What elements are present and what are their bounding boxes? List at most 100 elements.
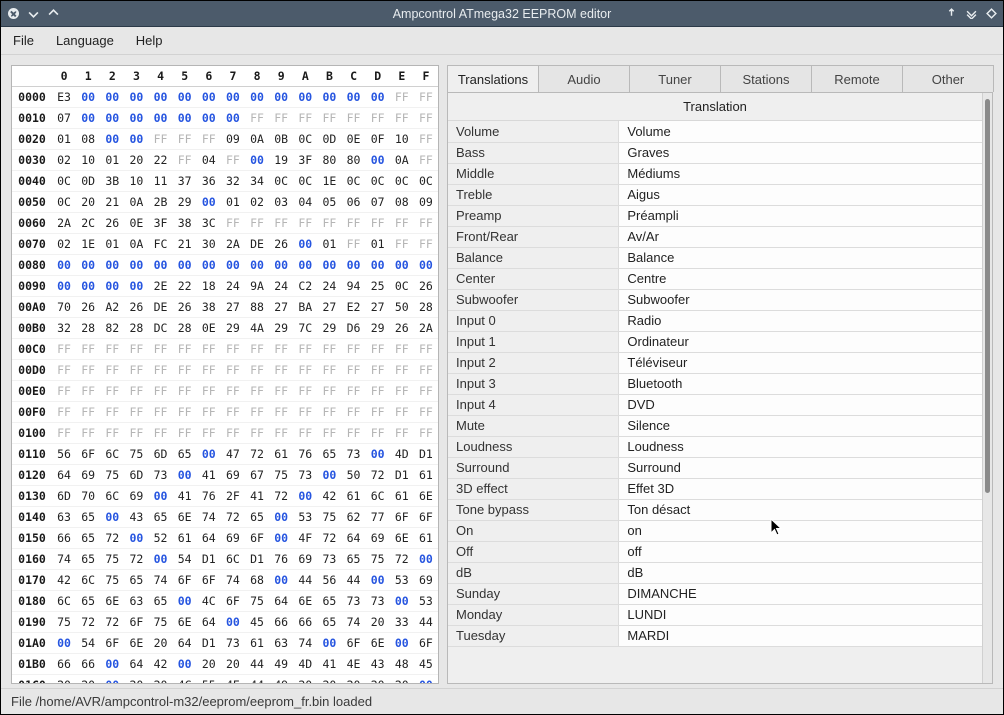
translation-row[interactable]: TrebleAigus (448, 184, 982, 205)
hex-byte[interactable]: 20 (124, 150, 148, 171)
hex-byte[interactable]: 00 (76, 87, 100, 108)
hex-byte[interactable]: 00 (245, 87, 269, 108)
hex-byte[interactable]: 29 (317, 318, 341, 339)
hex-byte[interactable]: 6F (76, 444, 100, 465)
hex-row[interactable]: 008000000000000000000000000000000000 (12, 255, 438, 276)
hex-byte[interactable]: 00 (390, 591, 414, 612)
hex-byte[interactable]: 64 (173, 633, 197, 654)
hex-byte[interactable]: 00 (293, 87, 317, 108)
hex-byte[interactable]: 20 (149, 633, 173, 654)
hex-row[interactable]: 014063650043656E74726500537562776F6F (12, 507, 438, 528)
hex-byte[interactable]: 00 (173, 465, 197, 486)
hex-byte[interactable]: 3B (100, 171, 124, 192)
hex-byte[interactable]: D1 (245, 549, 269, 570)
hex-byte[interactable]: 61 (414, 528, 438, 549)
hex-byte[interactable]: FF (173, 339, 197, 360)
hex-byte[interactable]: 00 (124, 129, 148, 150)
hex-byte[interactable]: FF (317, 402, 341, 423)
hex-byte[interactable]: FF (221, 339, 245, 360)
hex-byte[interactable]: 00 (124, 528, 148, 549)
hex-byte[interactable]: 75 (149, 612, 173, 633)
hex-byte[interactable]: 73 (221, 633, 245, 654)
hex-byte[interactable]: 00 (269, 87, 293, 108)
hex-byte[interactable]: 00 (390, 255, 414, 276)
hex-byte[interactable]: FF (124, 423, 148, 444)
hex-byte[interactable]: 67 (245, 465, 269, 486)
hex-byte[interactable]: 20 (124, 675, 148, 684)
hex-byte[interactable]: FF (245, 339, 269, 360)
tab-tuner[interactable]: Tuner (629, 65, 721, 92)
hex-byte[interactable]: 6F (100, 633, 124, 654)
hex-byte[interactable]: FF (317, 381, 341, 402)
hex-byte[interactable]: 41 (173, 486, 197, 507)
hex-byte[interactable]: 50 (390, 297, 414, 318)
hex-byte[interactable]: 64 (342, 528, 366, 549)
translation-value[interactable]: Aigus (619, 184, 982, 205)
hex-byte[interactable]: 3F (293, 150, 317, 171)
hex-byte[interactable]: FF (366, 108, 390, 129)
hex-byte[interactable]: 34 (245, 171, 269, 192)
hex-byte[interactable]: 69 (414, 570, 438, 591)
hex-byte[interactable]: 9A (245, 276, 269, 297)
hex-byte[interactable]: 26 (414, 276, 438, 297)
hex-byte[interactable]: 72 (390, 549, 414, 570)
hex-byte[interactable]: 0C (52, 192, 76, 213)
hex-byte[interactable]: 18 (197, 276, 221, 297)
hex-row[interactable]: 01C020200020204C554E4449202020202000 (12, 675, 438, 684)
hex-byte[interactable]: 76 (197, 486, 221, 507)
menu-help[interactable]: Help (136, 33, 163, 48)
translation-value[interactable]: LUNDI (619, 604, 982, 625)
hex-byte[interactable]: 0D (317, 129, 341, 150)
hex-byte[interactable]: FF (293, 381, 317, 402)
hex-byte[interactable]: FF (317, 423, 341, 444)
hex-byte[interactable]: 73 (342, 591, 366, 612)
hex-byte[interactable]: 10 (124, 171, 148, 192)
menu-file[interactable]: File (13, 33, 34, 48)
hex-byte[interactable]: 74 (149, 570, 173, 591)
hex-byte[interactable]: 6C (366, 486, 390, 507)
translation-row[interactable]: Tuesday MARDI (448, 625, 982, 646)
hex-byte[interactable]: DE (245, 234, 269, 255)
hex-byte[interactable]: 75 (317, 507, 341, 528)
hex-table[interactable]: 0123456789ABCDEF 0000E300000000000000000… (12, 66, 438, 683)
hex-byte[interactable]: 44 (293, 570, 317, 591)
hex-byte[interactable]: 0E (124, 213, 148, 234)
hex-editor[interactable]: 0123456789ABCDEF 0000E300000000000000000… (11, 65, 439, 684)
translation-row[interactable]: BassGraves (448, 142, 982, 163)
hex-byte[interactable]: FF (197, 423, 221, 444)
hex-byte[interactable]: 4A (245, 318, 269, 339)
hex-byte[interactable]: FF (390, 360, 414, 381)
hex-byte[interactable]: 72 (221, 507, 245, 528)
hex-byte[interactable]: FF (414, 360, 438, 381)
hex-byte[interactable]: 6F (390, 507, 414, 528)
hex-byte[interactable]: FF (366, 423, 390, 444)
hex-row[interactable]: 00400C0D3B1011373632340C0C1E0C0C0C0C (12, 171, 438, 192)
hex-byte[interactable]: 00 (245, 150, 269, 171)
hex-byte[interactable]: 74 (293, 633, 317, 654)
hex-byte[interactable]: 4C (173, 675, 197, 684)
hex-byte[interactable]: 73 (366, 591, 390, 612)
scrollbar-thumb[interactable] (985, 99, 990, 493)
hex-byte[interactable]: FF (390, 381, 414, 402)
translation-row[interactable]: Input 3Bluetooth (448, 373, 982, 394)
hex-byte[interactable]: 65 (245, 507, 269, 528)
hex-byte[interactable]: 75 (245, 591, 269, 612)
hex-byte[interactable]: FF (293, 360, 317, 381)
hex-byte[interactable]: 09 (221, 129, 245, 150)
hex-byte[interactable]: FF (197, 129, 221, 150)
minimize-icon[interactable] (27, 8, 39, 20)
hex-row[interactable]: 0090000000002E2218249A24C22494250C26 (12, 276, 438, 297)
hex-byte[interactable]: FF (390, 402, 414, 423)
hex-byte[interactable]: FF (100, 402, 124, 423)
hex-byte[interactable]: 80 (342, 150, 366, 171)
hex-row[interactable]: 00500C20210A2B2900010203040506070809 (12, 192, 438, 213)
hex-row[interactable]: 00A07026A226DE2638278827BA27E2275028 (12, 297, 438, 318)
hex-byte[interactable]: 4E (342, 654, 366, 675)
hex-byte[interactable]: 20 (293, 675, 317, 684)
hex-byte[interactable]: 00 (269, 528, 293, 549)
hex-byte[interactable]: 00 (366, 150, 390, 171)
hex-byte[interactable]: FF (149, 423, 173, 444)
hex-byte[interactable]: FF (76, 360, 100, 381)
hex-byte[interactable]: 6F (414, 507, 438, 528)
hex-byte[interactable]: FF (149, 129, 173, 150)
